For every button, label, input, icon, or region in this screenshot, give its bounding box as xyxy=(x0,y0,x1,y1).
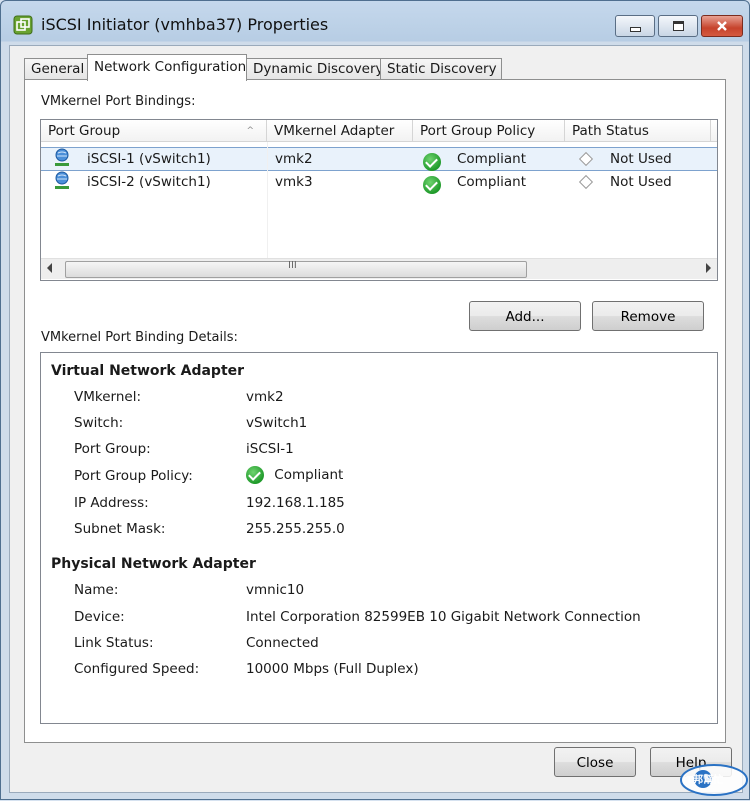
maximize-button[interactable] xyxy=(658,15,698,37)
close-icon xyxy=(717,21,727,31)
sort-ascending-icon: ^ xyxy=(246,126,254,136)
port-bindings-label: VMkernel Port Bindings: xyxy=(41,94,196,109)
path-status-cell: Not Used xyxy=(610,151,672,167)
column-header-port-group[interactable]: Port Group ^ xyxy=(41,120,267,142)
table-row[interactable]: iSCSI-2 (vSwitch1) vmk3 Compliant Not Us… xyxy=(41,171,717,195)
path-status-diamond-icon xyxy=(578,171,594,195)
detail-key: Name: xyxy=(74,582,119,598)
watermark-logo: iT邦幫忙 xyxy=(679,763,749,797)
port-group-cell: iSCSI-1 (vSwitch1) xyxy=(87,151,211,167)
tab-static-discovery[interactable]: Static Discovery xyxy=(380,58,502,80)
detail-key: Switch: xyxy=(74,415,124,431)
dialog-client-area: General Network Configuration Dynamic Di… xyxy=(9,45,743,793)
compliant-check-icon xyxy=(423,174,441,198)
detail-key: Device: xyxy=(74,609,125,625)
tab-general[interactable]: General xyxy=(24,58,92,80)
path-status-diamond-icon xyxy=(578,148,594,172)
scroll-right-arrow-icon[interactable] xyxy=(706,263,711,273)
virtual-adapter-heading: Virtual Network Adapter xyxy=(51,363,245,379)
vmkernel-adapter-cell: vmk2 xyxy=(275,151,313,167)
vsphere-app-icon xyxy=(13,15,33,35)
network-configuration-panel: VMkernel Port Bindings: Port Group ^ VMk… xyxy=(24,79,726,743)
detail-value: vmk2 xyxy=(246,389,284,405)
network-adapter-icon xyxy=(53,171,71,195)
network-adapter-icon xyxy=(53,148,71,172)
scroll-left-arrow-icon[interactable] xyxy=(47,263,52,273)
path-status-cell: Not Used xyxy=(610,174,672,190)
scrollbar-grip: III xyxy=(288,260,297,271)
detail-value-policy: Compliant xyxy=(246,466,343,484)
detail-key: Configured Speed: xyxy=(74,661,200,677)
window-title: iSCSI Initiator (vmhba37) Properties xyxy=(41,15,329,34)
add-binding-button[interactable]: Add... xyxy=(469,301,581,331)
detail-key: VMkernel: xyxy=(74,389,141,405)
detail-value: vSwitch1 xyxy=(246,415,308,431)
column-divider xyxy=(267,142,268,258)
detail-key: Port Group Policy: xyxy=(74,468,193,484)
detail-value: 255.255.255.0 xyxy=(246,521,345,537)
column-header-label: Port Group xyxy=(48,123,121,139)
detail-key: Subnet Mask: xyxy=(74,521,166,537)
maximize-icon xyxy=(672,21,684,31)
tab-dynamic-discovery[interactable]: Dynamic Discovery xyxy=(246,58,384,80)
minimize-button[interactable] xyxy=(615,15,655,37)
detail-value: iSCSI-1 xyxy=(246,441,294,457)
close-window-button[interactable] xyxy=(701,15,743,37)
close-button[interactable]: Close xyxy=(554,747,636,777)
policy-cell: Compliant xyxy=(457,151,527,167)
vmkernel-adapter-cell: vmk3 xyxy=(275,174,313,190)
detail-key: Link Status: xyxy=(74,635,154,651)
minimize-icon xyxy=(629,27,641,32)
watermark-text: iT邦幫忙 xyxy=(683,773,723,786)
detail-value: Connected xyxy=(246,635,319,651)
scrollbar-thumb[interactable]: III xyxy=(65,260,527,278)
physical-adapter-heading: Physical Network Adapter xyxy=(51,556,256,572)
column-header-path-status[interactable]: Path Status xyxy=(565,120,711,142)
detail-key: Port Group: xyxy=(74,441,151,457)
detail-value: Intel Corporation 82599EB 10 Gigabit Net… xyxy=(246,609,641,625)
detail-value: 10000 Mbps (Full Duplex) xyxy=(246,661,419,677)
port-group-cell: iSCSI-2 (vSwitch1) xyxy=(87,174,211,190)
port-bindings-list[interactable]: Port Group ^ VMkernel Adapter Port Group… xyxy=(40,119,718,281)
binding-details-label: VMkernel Port Binding Details: xyxy=(41,330,238,345)
column-header-vmkernel-adapter[interactable]: VMkernel Adapter xyxy=(267,120,413,142)
title-bar[interactable]: iSCSI Initiator (vmhba37) Properties xyxy=(1,1,749,45)
detail-value: vmnic10 xyxy=(246,582,305,598)
column-header-port-group-policy[interactable]: Port Group Policy xyxy=(413,120,565,142)
policy-cell: Compliant xyxy=(457,174,527,190)
remove-binding-button[interactable]: Remove xyxy=(592,301,704,331)
detail-key: IP Address: xyxy=(74,495,149,511)
detail-value: 192.168.1.185 xyxy=(246,495,345,511)
horizontal-scrollbar[interactable]: III xyxy=(41,258,717,279)
detail-value: Compliant xyxy=(274,467,344,483)
tab-network-configuration[interactable]: Network Configuration xyxy=(87,54,247,81)
table-row[interactable]: iSCSI-1 (vSwitch1) vmk2 Compliant Not Us… xyxy=(41,147,717,171)
column-header-filler xyxy=(711,120,717,142)
binding-details-box: Virtual Network Adapter VMkernel: vmk2 S… xyxy=(40,352,718,724)
properties-dialog: iSCSI Initiator (vmhba37) Properties Gen… xyxy=(0,0,750,800)
compliant-check-icon xyxy=(246,466,264,484)
